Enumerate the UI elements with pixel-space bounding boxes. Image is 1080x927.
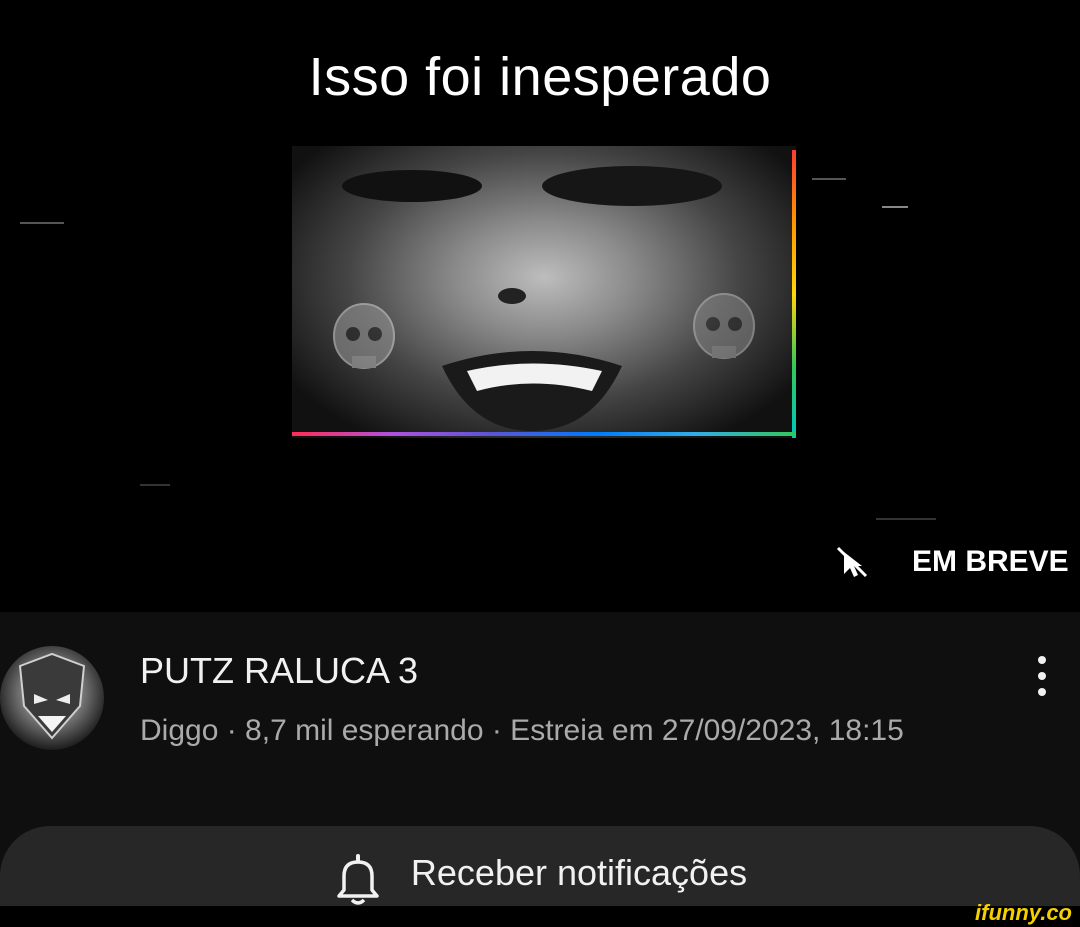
glitch-line [812, 178, 846, 180]
dot [1038, 688, 1046, 696]
notify-button-label: Receber notificações [410, 852, 748, 893]
cursor-off-icon [836, 546, 868, 578]
rainbow-border-bottom [292, 432, 796, 436]
avatar-mask-icon [18, 652, 86, 740]
skull-right-icon [693, 293, 755, 359]
thumbnail-face-image [292, 146, 796, 438]
dot [1038, 656, 1046, 664]
channel-avatar[interactable] [0, 646, 104, 750]
more-options-button[interactable] [1022, 652, 1062, 700]
watermark-bar: ifunny.co [0, 900, 1080, 927]
thumbnail-caption: Isso foi inesperado [308, 47, 772, 107]
skull-left-icon [333, 303, 395, 369]
bell-icon [337, 854, 379, 905]
glitch-line [20, 222, 64, 224]
glitch-line [140, 484, 170, 486]
video-title[interactable]: PUTZ RALUCA 3 [140, 650, 418, 692]
dot [1038, 672, 1046, 680]
coming-soon-label: EM BREVE [912, 545, 1069, 578]
glitch-line [882, 206, 908, 208]
ifunny-watermark: ifunny.co [975, 900, 1072, 925]
video-thumbnail[interactable]: Isso foi inesperado EM BREVE [0, 0, 1080, 612]
rainbow-border-right [792, 150, 796, 438]
premiere-badge: EM BREVE [832, 542, 1069, 582]
face-illustration [333, 166, 755, 431]
video-metadata: Diggo · 8,7 mil esperando · Estreia em 2… [140, 714, 904, 747]
video-details: PUTZ RALUCA 3 Diggo · 8,7 mil esperando … [0, 612, 1080, 927]
glitch-line [876, 518, 936, 520]
